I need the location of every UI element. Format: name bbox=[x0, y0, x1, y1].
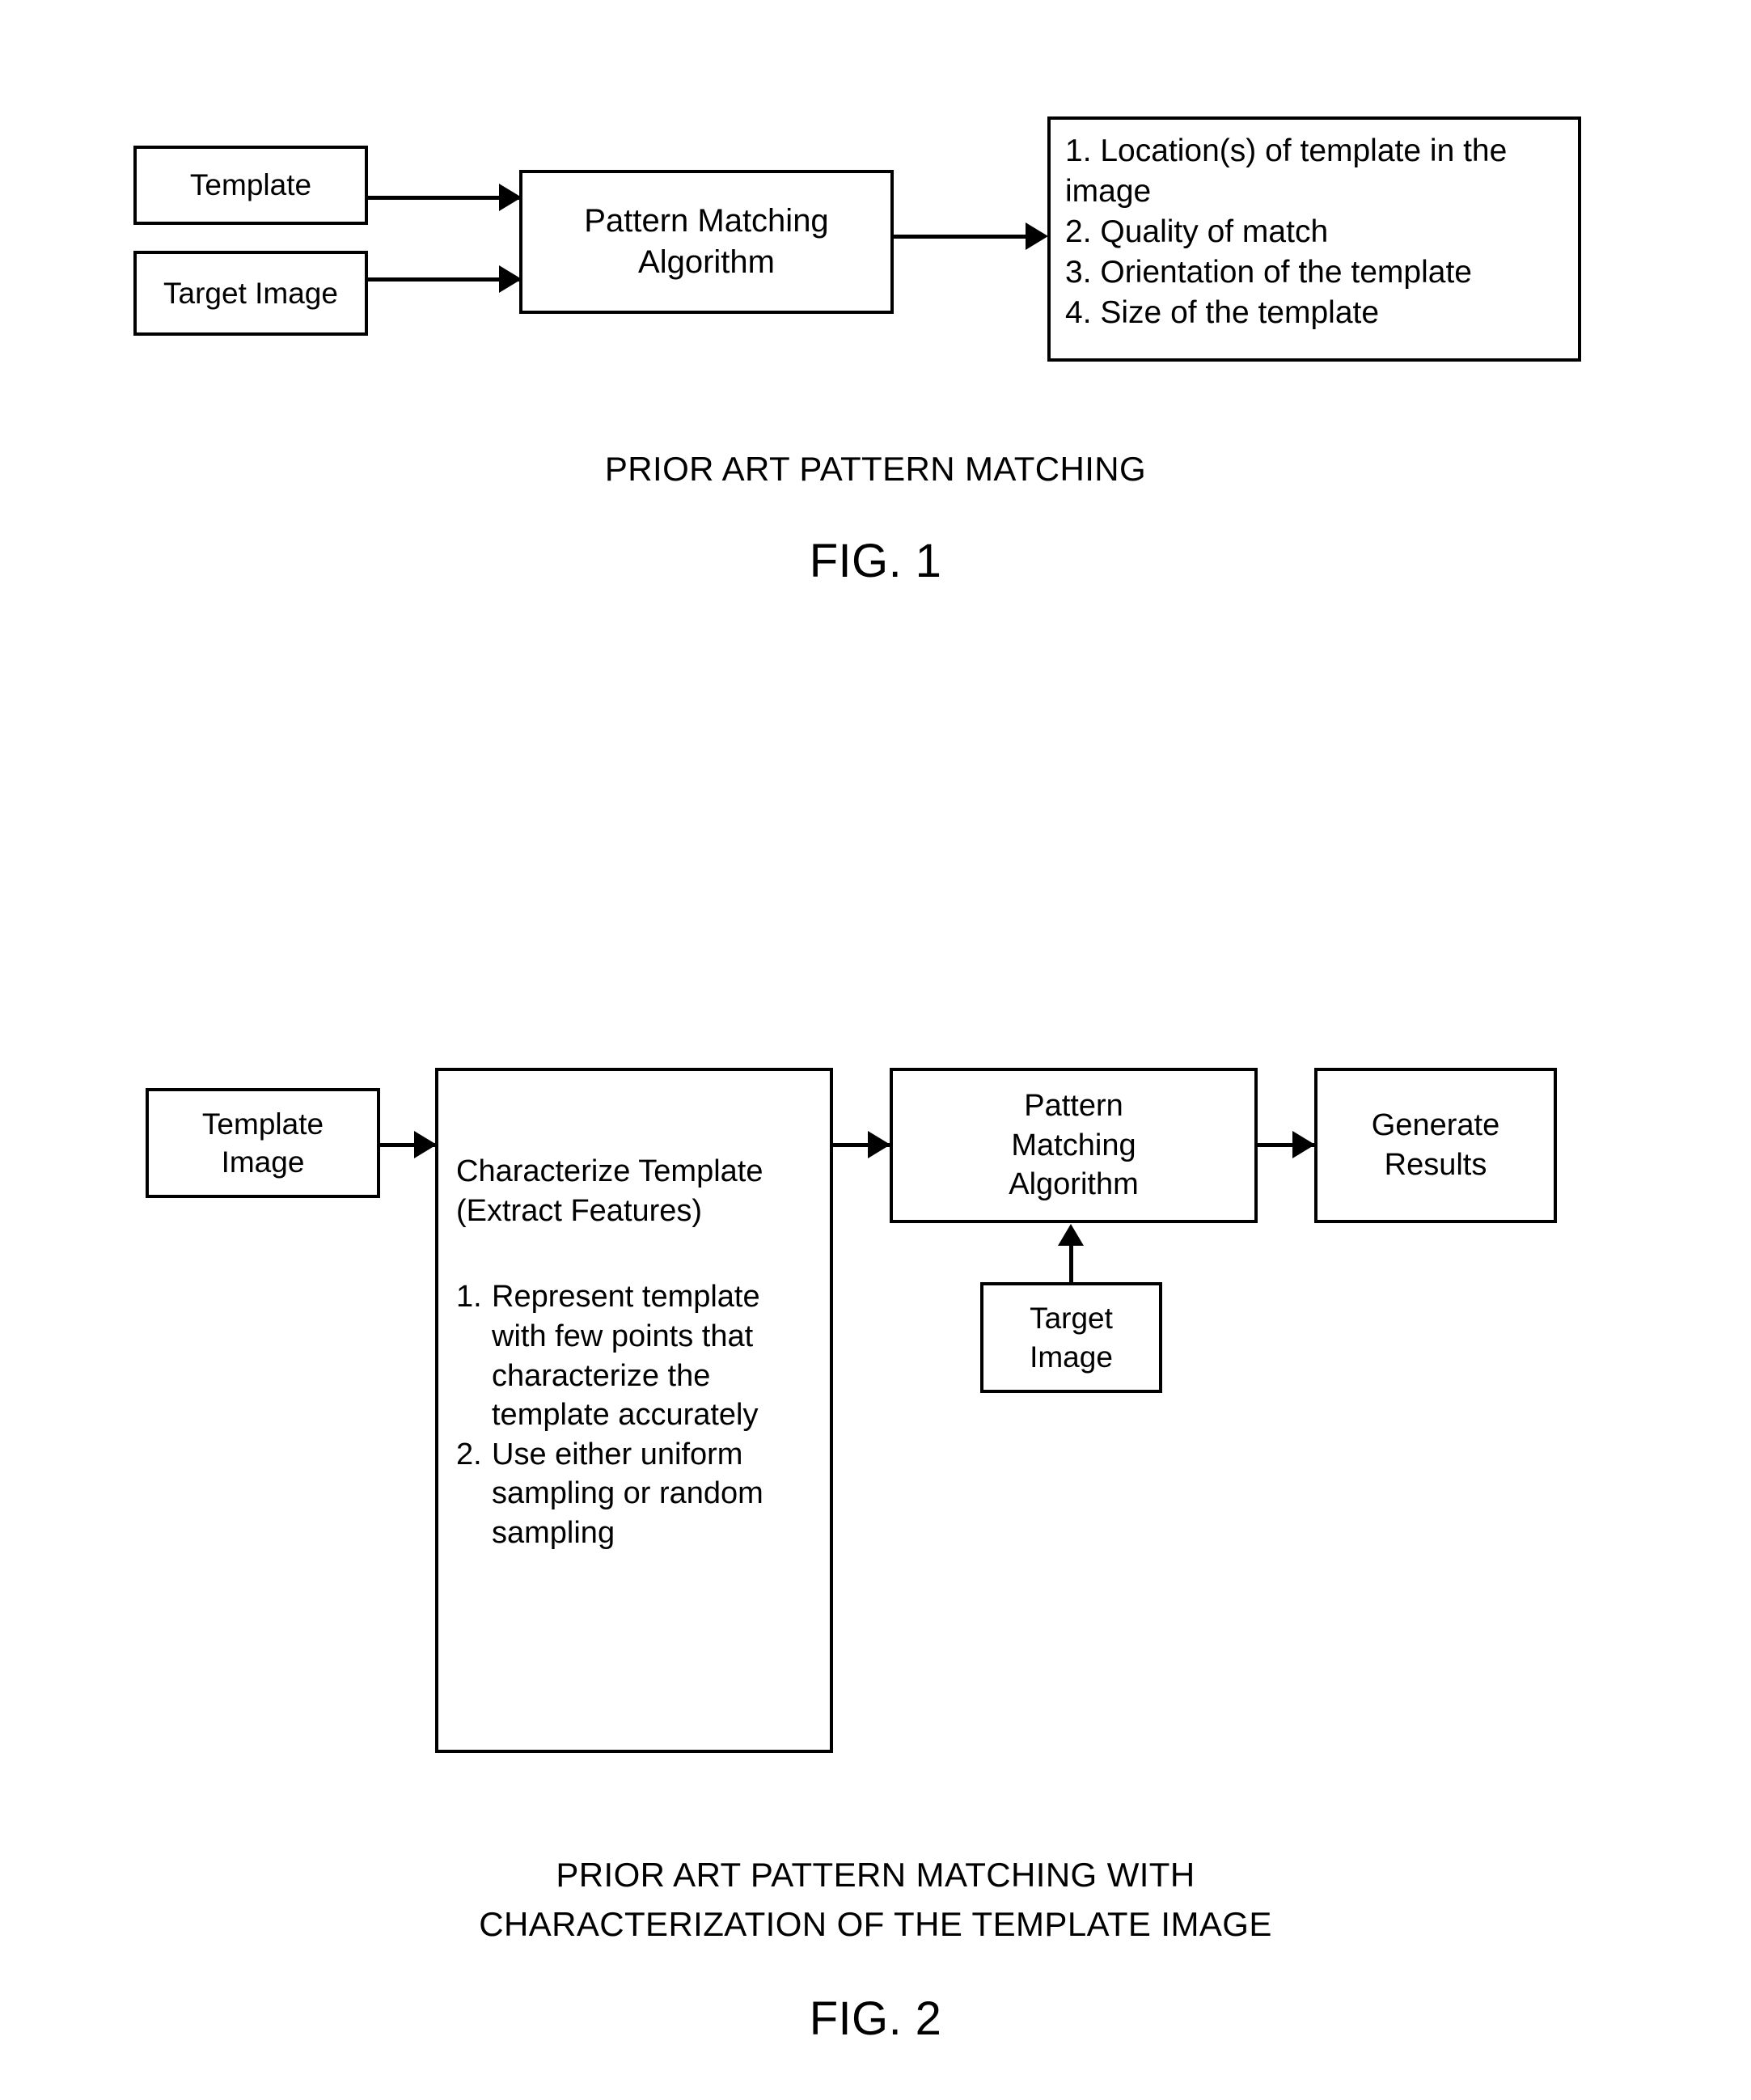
fig1-pattern-matching-algorithm-label: Pattern Matching Algorithm bbox=[584, 202, 829, 280]
fig1-template-label: Template bbox=[189, 168, 312, 202]
fig2-arrow-target-to-pma-line bbox=[1069, 1246, 1073, 1285]
fig2-characterize-template-box: Characterize Template (Extract Features)… bbox=[435, 1068, 833, 1753]
fig2-generate-results-label: Generate Results bbox=[1371, 1108, 1500, 1182]
fig2-generate-results-box: Generate Results bbox=[1314, 1068, 1557, 1223]
fig1-results-box: 1. Location(s) of template in the image … bbox=[1047, 116, 1581, 362]
fig2-characterize-title: Characterize Template (Extract Features) bbox=[456, 1154, 763, 1228]
patent-figure-page: Template Target Image Pattern Matching A… bbox=[0, 0, 1751, 2100]
fig1-target-image-label: Target Image bbox=[163, 276, 338, 310]
fig2-target-image-box: Target Image bbox=[980, 1282, 1162, 1393]
fig2-characterize-list: 1. Represent template with few points th… bbox=[456, 1277, 817, 1552]
fig1-template-box: Template bbox=[133, 146, 368, 225]
fig2-characterize-item-2-number: 2. bbox=[456, 1437, 482, 1471]
fig2-template-image-box: Template Image bbox=[146, 1088, 380, 1198]
fig2-arrow-target-to-pma-head bbox=[1058, 1224, 1084, 1246]
fig2-caption: PRIOR ART PATTERN MATCHING WITH CHARACTE… bbox=[479, 1856, 1272, 1943]
fig2-arrow-characterize-to-pma-head bbox=[868, 1131, 890, 1158]
fig2-template-image-label: Template Image bbox=[201, 1107, 324, 1179]
fig2-characterize-item-2-text: Use either uniform sampling or random sa… bbox=[492, 1437, 763, 1550]
fig2-target-image-label: Target Image bbox=[1030, 1302, 1113, 1374]
fig2-pattern-matching-algorithm-label: Pattern Matching Algorithm bbox=[1009, 1089, 1139, 1202]
fig1-result-item-2: 2. Quality of match bbox=[1065, 214, 1329, 249]
fig1-caption: PRIOR ART PATTERN MATCHING bbox=[604, 450, 1147, 488]
fig1-target-image-box: Target Image bbox=[133, 251, 368, 336]
fig1-arrow-algorithm-to-results-head bbox=[1026, 222, 1048, 250]
fig1-figure-number: FIG. 1 bbox=[809, 535, 942, 587]
fig1-result-item-1: 1. Location(s) of template in the image bbox=[1065, 133, 1508, 209]
fig1-pattern-matching-algorithm-box: Pattern Matching Algorithm bbox=[519, 170, 894, 314]
fig2-characterize-item-1-text: Represent template with few points that … bbox=[492, 1280, 760, 1433]
fig2-arrow-template-to-characterize-head bbox=[414, 1131, 437, 1158]
fig2-characterize-item-2: 2. Use either uniform sampling or random… bbox=[456, 1435, 817, 1553]
fig2-figure-number: FIG. 2 bbox=[809, 1992, 942, 2045]
fig1-arrow-target-to-algorithm-head bbox=[499, 265, 522, 293]
fig2-characterize-item-1: 1. Represent template with few points th… bbox=[456, 1277, 817, 1435]
fig2-pattern-matching-algorithm-box: Pattern Matching Algorithm bbox=[890, 1068, 1258, 1223]
fig1-arrow-algorithm-to-results-line bbox=[894, 235, 1027, 239]
fig2-arrow-pma-to-generate-head bbox=[1292, 1131, 1315, 1158]
fig2-characterize-item-1-number: 1. bbox=[456, 1280, 482, 1315]
fig1-result-item-4: 4. Size of the template bbox=[1065, 294, 1380, 330]
fig1-result-item-3: 3. Orientation of the template bbox=[1065, 254, 1472, 290]
fig1-arrow-template-to-algorithm-head bbox=[499, 184, 522, 211]
